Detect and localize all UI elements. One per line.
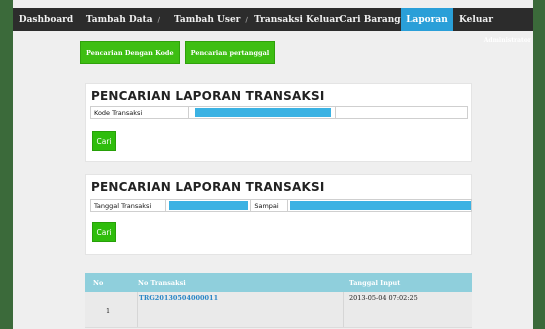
dropdown-caret-icon: ∕ bbox=[157, 15, 161, 24]
nav-tambah-user[interactable]: Tambah User ∕ bbox=[167, 8, 255, 31]
kode-transaksi-row: Kode Transaksi bbox=[90, 106, 468, 119]
transaksi-link[interactable]: TRG20130504000011 bbox=[139, 294, 218, 302]
nav-tambah-data[interactable]: Tambah Data ∕ bbox=[79, 8, 167, 31]
transaction-table: No No Transaksi Tanggal Input 1 TRG20130… bbox=[85, 273, 472, 328]
panel-title: PENCARIAN LAPORAN TRANSAKSI bbox=[91, 180, 325, 194]
cari-button[interactable]: Cari bbox=[92, 222, 116, 242]
row-number: 1 bbox=[106, 307, 111, 315]
nav-label: Transaksi Keluar bbox=[254, 14, 340, 25]
search-by-code-panel: PENCARIAN LAPORAN TRANSAKSI Kode Transak… bbox=[85, 83, 472, 162]
kode-transaksi-input[interactable] bbox=[195, 108, 331, 117]
nav-label: Tambah User bbox=[174, 14, 241, 25]
tanggal-value: 2013-05-04 07:02:25 bbox=[349, 294, 418, 302]
panel-title: PENCARIAN LAPORAN TRANSAKSI bbox=[91, 89, 325, 103]
nav-label: Cari Barang bbox=[339, 14, 401, 25]
cell-tanggal: 2013-05-04 07:02:25 bbox=[344, 292, 472, 327]
search-mode-tabs: Pencarian Dengan Kode Pencarian pertangg… bbox=[80, 41, 276, 64]
header-tanggal-input: Tanggal Input bbox=[349, 278, 401, 287]
cell-no-transaksi: TRG20130504000011 bbox=[138, 292, 344, 327]
user-name: Administrator bbox=[483, 37, 531, 44]
sampai-label: Sampai bbox=[250, 200, 288, 211]
tab-search-by-code[interactable]: Pencarian Dengan Kode bbox=[80, 41, 180, 64]
tab-search-by-date[interactable]: Pencarian pertanggal bbox=[184, 41, 276, 64]
cari-button[interactable]: Cari bbox=[92, 131, 116, 151]
nav-label: Laporan bbox=[406, 14, 448, 25]
tanggal-akhir-input[interactable] bbox=[289, 201, 471, 210]
right-border bbox=[533, 0, 545, 329]
header-no-transaksi: No Transaksi bbox=[138, 278, 186, 287]
tanggal-awal-input[interactable] bbox=[169, 201, 249, 210]
table-row: 1 TRG20130504000011 2013-05-04 07:02:25 bbox=[85, 292, 472, 328]
top-navbar: Dashboard Tambah Data ∕ Tambah User ∕ Tr… bbox=[13, 8, 533, 31]
nav-label: Dashboard bbox=[18, 14, 74, 25]
header-no: No bbox=[93, 278, 104, 287]
nav-keluar[interactable]: Keluar bbox=[453, 8, 499, 31]
nav-laporan[interactable]: Laporan bbox=[401, 8, 453, 31]
tanggal-transaksi-row: Tanggal Transaksi Sampai bbox=[90, 199, 472, 212]
field-label: Kode Transaksi bbox=[91, 107, 189, 118]
dropdown-caret-icon: ∕ bbox=[245, 15, 248, 24]
table-header: No No Transaksi Tanggal Input bbox=[85, 273, 472, 292]
left-border bbox=[0, 0, 13, 329]
nav-cari-barang[interactable]: Cari Barang bbox=[339, 8, 401, 31]
nav-dashboard[interactable]: Dashboard bbox=[13, 8, 79, 31]
field-divider bbox=[335, 107, 336, 118]
search-by-date-panel: PENCARIAN LAPORAN TRANSAKSI Tanggal Tran… bbox=[85, 174, 472, 255]
nav-label: Keluar bbox=[459, 14, 493, 25]
field-label: Tanggal Transaksi bbox=[91, 200, 167, 211]
nav-label: Tambah Data bbox=[85, 14, 153, 25]
cell-no: 1 bbox=[85, 292, 138, 327]
nav-transaksi-keluar[interactable]: Transaksi Keluar bbox=[254, 8, 340, 31]
